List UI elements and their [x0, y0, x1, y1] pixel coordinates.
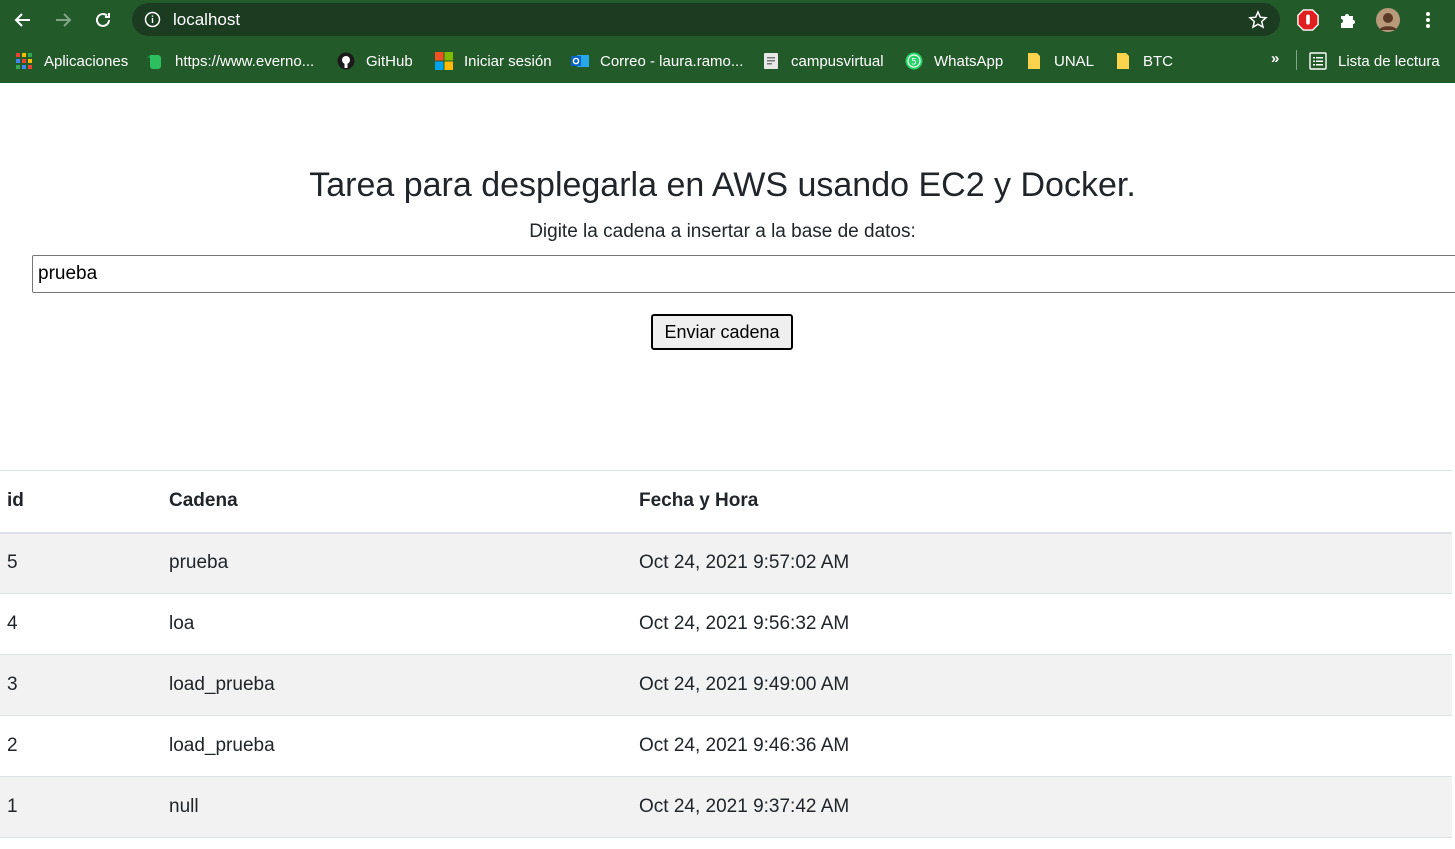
cell-fecha-hora: Oct 24, 2021 9:37:42 AM — [639, 796, 850, 817]
bookmark-aplicaciones[interactable]: Aplicaciones — [15, 50, 128, 72]
bookmark-label: https://www.everno... — [175, 52, 315, 70]
cell-cadena: loa — [169, 613, 195, 634]
reload-icon — [96, 12, 110, 27]
bookmark-label: Iniciar sesión — [464, 52, 552, 70]
table-row: 2 load_prueba Oct 24, 2021 9:46:36 AM — [0, 716, 1452, 777]
whatsapp-badge: 5 — [911, 58, 917, 68]
back-button[interactable] — [9, 6, 37, 34]
bookmark-evernote[interactable]: https://www.everno... — [146, 50, 314, 72]
bookmark-label: Correo - laura.ramo... — [600, 52, 744, 70]
table-row: 5 prueba Oct 24, 2021 9:57:02 AM — [0, 532, 1452, 594]
bookmarks-bar: Aplicaciones https://www.everno... GitHu… — [0, 40, 1455, 83]
cell-id: 3 — [7, 674, 18, 695]
bookmark-label: BTC — [1143, 52, 1173, 70]
bookmark-label: WhatsApp — [934, 52, 1004, 70]
site-info-icon[interactable] — [144, 11, 161, 28]
cell-id: 5 — [7, 552, 18, 574]
bookmark-unal[interactable]: UNAL — [1025, 50, 1094, 72]
avatar-icon — [1376, 8, 1400, 32]
bookmarks-overflow-button[interactable]: » — [1271, 50, 1279, 67]
microsoft-icon — [435, 52, 453, 70]
table-header-row: id Cadena Fecha y Hora — [0, 470, 1452, 533]
cell-fecha-hora: Oct 24, 2021 9:49:00 AM — [639, 674, 850, 695]
outlook-icon — [571, 55, 589, 67]
kebab-menu-icon — [1426, 12, 1430, 28]
bookmark-label: UNAL — [1054, 52, 1095, 70]
bookmark-github[interactable]: GitHub — [337, 50, 413, 72]
folder-icon — [1028, 53, 1040, 69]
cell-fecha-hora: Oct 24, 2021 9:57:02 AM — [639, 552, 850, 574]
bookmark-correo[interactable]: Correo - laura.ramo... — [571, 50, 743, 72]
reading-list-label: Lista de lectura — [1338, 52, 1440, 70]
page-title: Tarea para desplegarla en AWS usando EC2… — [309, 166, 1136, 204]
bookmark-iniciar-sesion[interactable]: Iniciar sesión — [435, 50, 552, 72]
bookmark-label: campusvirtual — [791, 52, 884, 70]
header-id: id — [7, 490, 24, 512]
bookmarks-divider — [1296, 50, 1297, 70]
reading-list-icon — [1309, 52, 1327, 70]
table-row: 3 load_prueba Oct 24, 2021 9:49:00 AM — [0, 654, 1452, 716]
records-table-container: id Cadena Fecha y Hora 5 prueba Oct 24, … — [0, 470, 1455, 838]
cell-cadena: null — [169, 796, 199, 817]
reload-button[interactable] — [89, 6, 117, 34]
bookmark-btc[interactable]: BTC — [1114, 50, 1173, 72]
header-cadena: Cadena — [169, 490, 238, 512]
cell-cadena: prueba — [169, 552, 229, 574]
header-fecha-hora: Fecha y Hora — [639, 490, 759, 512]
input-prompt: Digite la cadena a insertar a la base de… — [529, 221, 916, 242]
table-row: 4 loa Oct 24, 2021 9:56:32 AM — [0, 594, 1452, 655]
evernote-icon — [147, 55, 161, 69]
browser-toolbar: localhost — [0, 0, 1455, 40]
puzzle-icon — [1341, 14, 1355, 28]
bookmark-star-icon[interactable] — [1248, 10, 1268, 30]
apps-grid-icon — [16, 53, 32, 69]
forward-arrow-icon — [56, 13, 72, 27]
string-input[interactable] — [32, 255, 1455, 293]
bookmark-campusvirtual[interactable]: campusvirtual — [762, 50, 884, 72]
table-row: 1 null Oct 24, 2021 9:37:42 AM — [0, 776, 1452, 838]
bookmark-whatsapp[interactable]: 5 WhatsApp — [905, 50, 1003, 72]
reading-list-button[interactable]: Lista de lectura — [1309, 50, 1440, 72]
cell-fecha-hora: Oct 24, 2021 9:46:36 AM — [639, 735, 850, 756]
cell-id: 1 — [7, 796, 18, 817]
address-url: localhost — [173, 10, 241, 29]
profile-avatar[interactable] — [1376, 8, 1400, 32]
back-arrow-icon — [14, 13, 30, 27]
browser-menu-button[interactable] — [1416, 8, 1440, 32]
bookmark-label: Aplicaciones — [44, 52, 129, 70]
page-content: Tarea para desplegarla en AWS usando EC2… — [0, 83, 1455, 849]
cell-id: 4 — [7, 613, 18, 634]
address-bar[interactable]: localhost — [132, 3, 1280, 36]
page-icon — [764, 53, 778, 69]
forward-button[interactable] — [49, 6, 77, 34]
extensions-button[interactable] — [1336, 8, 1360, 32]
browser-chrome: localhost Aplicaciones https://www.evern… — [0, 0, 1455, 83]
whatsapp-icon: 5 — [905, 52, 923, 70]
cell-cadena: load_prueba — [169, 674, 275, 695]
submit-string-button[interactable]: Enviar cadena — [651, 314, 793, 350]
adblock-icon — [1297, 9, 1319, 31]
bookmark-label: GitHub — [366, 52, 413, 70]
cell-cadena: load_prueba — [169, 735, 275, 756]
cell-fecha-hora: Oct 24, 2021 9:56:32 AM — [639, 613, 850, 634]
records-table: id Cadena Fecha y Hora 5 prueba Oct 24, … — [0, 470, 1452, 838]
github-icon — [337, 52, 355, 70]
adblock-extension-button[interactable] — [1296, 8, 1320, 32]
cell-id: 2 — [7, 735, 18, 756]
folder-icon — [1117, 53, 1129, 69]
